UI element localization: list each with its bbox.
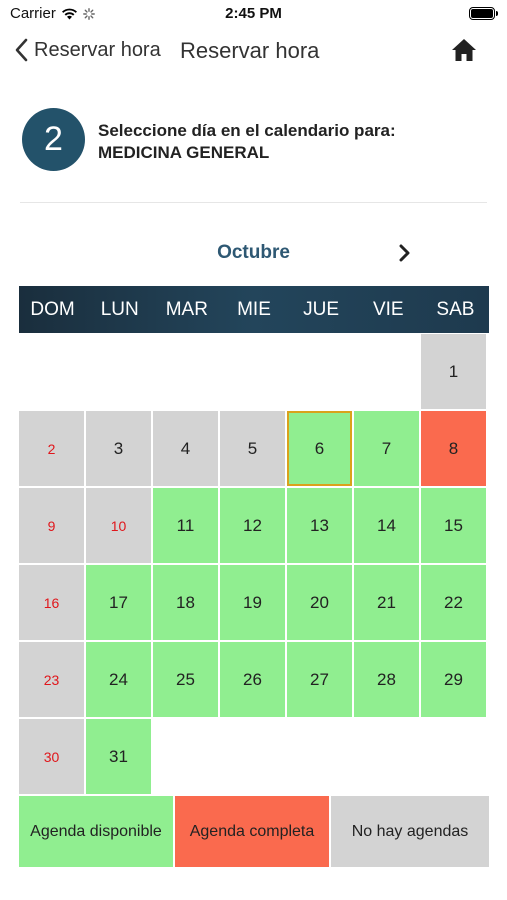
calendar-day[interactable]: 14 <box>354 488 419 563</box>
calendar-day[interactable]: 21 <box>354 565 419 640</box>
weekday-label: MAR <box>165 298 208 320</box>
calendar-empty-cell <box>287 334 352 409</box>
calendar-day: 9 <box>19 488 84 563</box>
status-bar: Carrier 2:45 PM <box>0 0 507 28</box>
battery-icon <box>469 7 498 20</box>
calendar-day[interactable]: 25 <box>153 642 218 717</box>
chevron-left-icon <box>15 38 28 62</box>
calendar-day[interactable]: 28 <box>354 642 419 717</box>
calendar-day[interactable]: 12 <box>220 488 285 563</box>
calendar-day[interactable]: 22 <box>421 565 486 640</box>
step-header: 2 Seleccione día en el calendario para: … <box>22 108 487 172</box>
calendar-day: 2 <box>19 411 84 486</box>
weekday-label: DOM <box>30 298 75 320</box>
month-selector: Octubre <box>0 238 507 268</box>
legend-full: Agenda completa <box>175 796 329 867</box>
calendar-day[interactable]: 24 <box>86 642 151 717</box>
calendar-day[interactable]: 6 <box>287 411 352 486</box>
calendar-day[interactable]: 11 <box>153 488 218 563</box>
calendar-day[interactable]: 15 <box>421 488 486 563</box>
calendar-day[interactable]: 31 <box>86 719 151 794</box>
calendar-day: 5 <box>220 411 285 486</box>
chevron-right-icon <box>399 244 410 262</box>
calendar-day: 8 <box>421 411 486 486</box>
calendar-day[interactable]: 26 <box>220 642 285 717</box>
calendar-day[interactable]: 20 <box>287 565 352 640</box>
month-label: Octubre <box>217 242 290 263</box>
calendar-empty-cell <box>19 334 84 409</box>
weekday-label: SAB <box>436 298 475 320</box>
calendar-grid: 1 2 3 4 5 6 7 8 9 10 11 12 13 14 15 16 17 18 19 20 21 22 23 24 2… <box>19 334 489 794</box>
status-right <box>469 7 498 20</box>
step-instruction-line2: MEDICINA GENERAL <box>98 143 270 162</box>
calendar-day[interactable]: 7 <box>354 411 419 486</box>
legend-none: No hay agendas <box>331 796 489 867</box>
calendar-day: 23 <box>19 642 84 717</box>
back-button[interactable]: Reservar hora <box>14 38 161 62</box>
calendar-empty-cell <box>153 334 218 409</box>
calendar-day: 30 <box>19 719 84 794</box>
calendar-day: 1 <box>421 334 486 409</box>
step-instruction-line1: Seleccione día en el calendario para: <box>98 121 396 140</box>
next-month-button[interactable] <box>399 244 411 267</box>
calendar-day[interactable]: 19 <box>220 565 285 640</box>
weekday-label: MIE <box>237 298 271 320</box>
step-instruction: Seleccione día en el calendario para: ME… <box>98 120 396 164</box>
legend-available: Agenda disponible <box>19 796 173 867</box>
divider <box>20 202 487 203</box>
home-button[interactable] <box>451 38 477 67</box>
step-number-badge: 2 <box>22 108 85 171</box>
calendar-empty-cell <box>354 334 419 409</box>
calendar-day[interactable]: 13 <box>287 488 352 563</box>
status-time: 2:45 PM <box>225 5 282 22</box>
calendar-day[interactable]: 17 <box>86 565 151 640</box>
calendar-day: 16 <box>19 565 84 640</box>
calendar-day: 10 <box>86 488 151 563</box>
calendar-day: 3 <box>86 411 151 486</box>
home-icon <box>452 39 476 61</box>
calendar-day: 4 <box>153 411 218 486</box>
calendar-empty-cell <box>86 334 151 409</box>
legend: Agenda disponible Agenda completa No hay… <box>19 796 489 867</box>
calendar-day[interactable]: 27 <box>287 642 352 717</box>
weekday-header: DOM LUN MAR MIE JUE VIE SAB <box>19 286 489 333</box>
calendar-day[interactable]: 29 <box>421 642 486 717</box>
page-title: Reservar hora <box>180 38 320 63</box>
weekday-label: JUE <box>303 298 340 320</box>
calendar-empty-cell <box>220 334 285 409</box>
weekday-label: VIE <box>372 298 404 320</box>
weekday-label: LUN <box>100 298 139 320</box>
calendar-day[interactable]: 18 <box>153 565 218 640</box>
nav-bar: Reservar hora Reservar hora <box>0 28 507 76</box>
back-label: Reservar hora <box>34 38 161 61</box>
